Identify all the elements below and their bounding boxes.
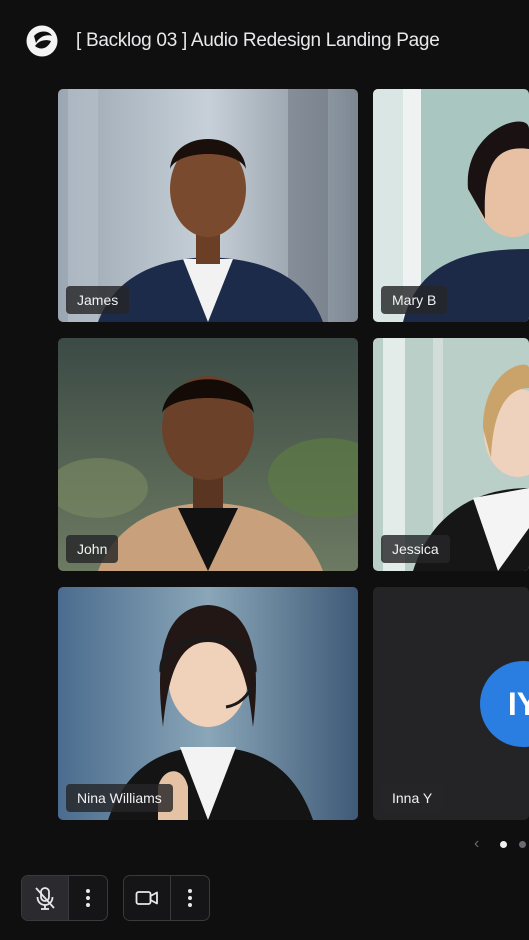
more-vertical-icon [188,889,192,907]
mic-options-button[interactable] [69,876,107,920]
chevron-left-icon[interactable]: ‹ [474,835,488,853]
more-vertical-icon [86,889,90,907]
camera-options-button[interactable] [171,876,209,920]
mic-off-icon [35,887,55,910]
participant-name-tag: John [66,535,119,563]
camera-button[interactable] [124,876,171,920]
meeting-title: [ Backlog 03 ] Audio Redesign Landing Pa… [76,30,440,51]
participant-tile-john[interactable]: John [58,338,358,571]
participant-tile-jessica[interactable]: Jessica [373,338,529,571]
participant-name-tag: Inna Y [381,784,444,812]
participant-name-tag: Jessica [381,535,450,563]
video-camera-icon [135,891,158,905]
participant-name-tag: Nina Williams [66,784,173,812]
sphere-logo-icon[interactable] [25,24,59,58]
page-dot[interactable] [519,840,526,848]
participant-name-tag: Mary B [381,286,448,314]
participant-tile-nina-williams[interactable]: Nina Williams [58,587,358,820]
meeting-header: [ Backlog 03 ] Audio Redesign Landing Pa… [0,0,529,82]
participant-name-tag: James [66,286,130,314]
camera-control-group [123,875,210,921]
mute-button[interactable] [22,876,69,920]
page-dot-active[interactable] [500,840,507,848]
mic-control-group [21,875,108,921]
participant-tile-inna-y[interactable]: IY Inna Y [373,587,529,820]
tile-pagination: ‹ [474,835,529,853]
avatar: IY [480,661,529,747]
participant-tile-mary-b[interactable]: Mary B [373,89,529,322]
participant-tile-james[interactable]: James [58,89,358,322]
